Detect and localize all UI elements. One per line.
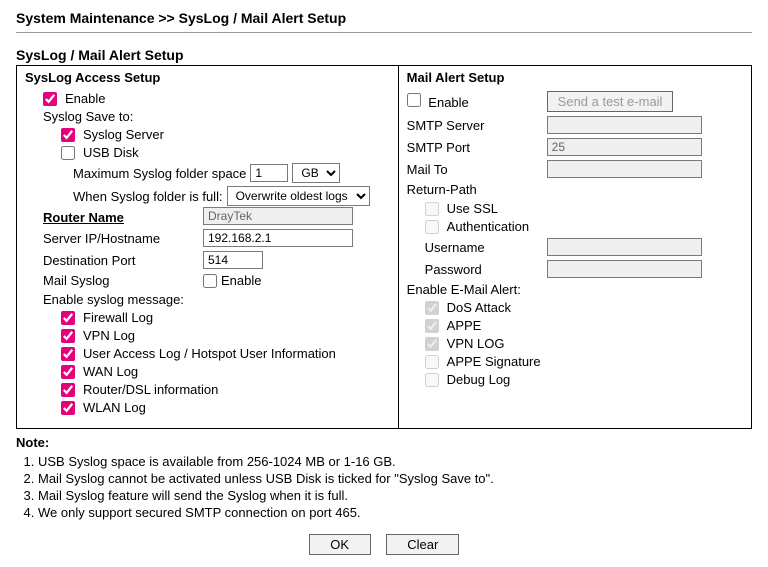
breadcrumb: System Maintenance >> SysLog / Mail Aler… bbox=[16, 10, 752, 26]
note-heading: Note: bbox=[16, 435, 752, 450]
smtp-server-label: SMTP Server bbox=[407, 118, 547, 133]
syslog-enable-checkbox[interactable] bbox=[43, 92, 57, 106]
syslog-log-checkbox[interactable] bbox=[61, 329, 75, 343]
mail-alert-header: Mail Alert Setup bbox=[407, 70, 743, 85]
note-item: Mail Syslog feature will send the Syslog… bbox=[38, 488, 752, 503]
section-title: SysLog / Mail Alert Setup bbox=[16, 47, 752, 63]
syslog-log-label: WLAN Log bbox=[83, 400, 146, 415]
email-alert-label: Debug Log bbox=[447, 372, 511, 387]
router-name-label: Router Name bbox=[43, 210, 203, 225]
max-folder-label: Maximum Syslog folder space bbox=[73, 166, 246, 181]
server-ip-input[interactable] bbox=[203, 229, 353, 247]
syslog-log-label: VPN Log bbox=[83, 328, 135, 343]
mail-alert-setup: Mail Alert Setup Enable Send a test e-ma… bbox=[399, 66, 751, 428]
syslog-log-label: WAN Log bbox=[83, 364, 138, 379]
note-item: Mail Syslog cannot be activated unless U… bbox=[38, 471, 752, 486]
notes-list: USB Syslog space is available from 256-1… bbox=[38, 454, 752, 520]
syslog-log-label: Firewall Log bbox=[83, 310, 153, 325]
mail-syslog-enable-checkbox[interactable] bbox=[203, 274, 217, 288]
mail-to-input[interactable] bbox=[547, 160, 702, 178]
max-folder-input[interactable] bbox=[250, 164, 288, 182]
note-item: USB Syslog space is available from 256-1… bbox=[38, 454, 752, 469]
password-input[interactable] bbox=[547, 260, 702, 278]
dest-port-label: Destination Port bbox=[43, 253, 203, 268]
email-alert-label: APPE bbox=[447, 318, 482, 333]
use-ssl-label: Use SSL bbox=[447, 201, 498, 216]
authentication-label: Authentication bbox=[447, 219, 529, 234]
syslog-server-label: Syslog Server bbox=[83, 127, 164, 142]
syslog-log-label: User Access Log / Hotspot User Informati… bbox=[83, 346, 336, 361]
mail-enable-label: Enable bbox=[428, 95, 468, 110]
syslog-log-checkbox[interactable] bbox=[61, 365, 75, 379]
smtp-port-input[interactable] bbox=[547, 138, 702, 156]
dest-port-input[interactable] bbox=[203, 251, 263, 269]
return-path-label: Return-Path bbox=[407, 182, 547, 197]
usb-disk-label: USB Disk bbox=[83, 145, 139, 160]
mail-syslog-enable-label: Enable bbox=[221, 273, 261, 288]
syslog-log-checkbox[interactable] bbox=[61, 311, 75, 325]
config-panel: SysLog Access Setup Enable Syslog Save t… bbox=[16, 65, 752, 429]
email-alert-checkbox[interactable] bbox=[425, 373, 439, 387]
syslog-access-header: SysLog Access Setup bbox=[25, 70, 390, 85]
clear-button[interactable]: Clear bbox=[386, 534, 459, 555]
username-label: Username bbox=[425, 240, 547, 255]
syslog-save-to-label: Syslog Save to: bbox=[43, 109, 133, 124]
username-input[interactable] bbox=[547, 238, 702, 256]
server-ip-label: Server IP/Hostname bbox=[43, 231, 203, 246]
authentication-checkbox[interactable] bbox=[425, 220, 439, 234]
syslog-log-label: Router/DSL information bbox=[83, 382, 218, 397]
smtp-port-label: SMTP Port bbox=[407, 140, 547, 155]
enable-syslog-message-label: Enable syslog message: bbox=[43, 292, 184, 307]
ok-button[interactable]: OK bbox=[309, 534, 371, 555]
mail-to-label: Mail To bbox=[407, 162, 547, 177]
syslog-log-checkbox[interactable] bbox=[61, 401, 75, 415]
email-alert-checkbox[interactable] bbox=[425, 355, 439, 369]
email-alert-checkbox[interactable] bbox=[425, 319, 439, 333]
email-alert-checkbox[interactable] bbox=[425, 337, 439, 351]
note-item: We only support secured SMTP connection … bbox=[38, 505, 752, 520]
email-alert-label: VPN LOG bbox=[447, 336, 505, 351]
syslog-log-checkbox[interactable] bbox=[61, 347, 75, 361]
password-label: Password bbox=[425, 262, 547, 277]
syslog-access-setup: SysLog Access Setup Enable Syslog Save t… bbox=[17, 66, 399, 428]
mail-syslog-label: Mail Syslog bbox=[43, 273, 203, 288]
smtp-server-input[interactable] bbox=[547, 116, 702, 134]
when-full-label: When Syslog folder is full: bbox=[73, 189, 223, 204]
syslog-enable-label: Enable bbox=[65, 91, 105, 106]
email-alert-label: DoS Attack bbox=[447, 300, 511, 315]
router-name-input[interactable] bbox=[203, 207, 353, 225]
mail-enable-checkbox[interactable] bbox=[407, 93, 421, 107]
when-full-select[interactable]: Overwrite oldest logs bbox=[227, 186, 370, 206]
max-folder-unit-select[interactable]: GB bbox=[292, 163, 340, 183]
send-test-email-button[interactable]: Send a test e-mail bbox=[547, 91, 674, 112]
use-ssl-checkbox[interactable] bbox=[425, 202, 439, 216]
email-alert-checkbox[interactable] bbox=[425, 301, 439, 315]
divider bbox=[16, 32, 752, 33]
syslog-log-checkbox[interactable] bbox=[61, 383, 75, 397]
enable-email-alert-label: Enable E-Mail Alert: bbox=[407, 282, 521, 297]
usb-disk-checkbox[interactable] bbox=[61, 146, 75, 160]
email-alert-label: APPE Signature bbox=[447, 354, 541, 369]
syslog-server-checkbox[interactable] bbox=[61, 128, 75, 142]
